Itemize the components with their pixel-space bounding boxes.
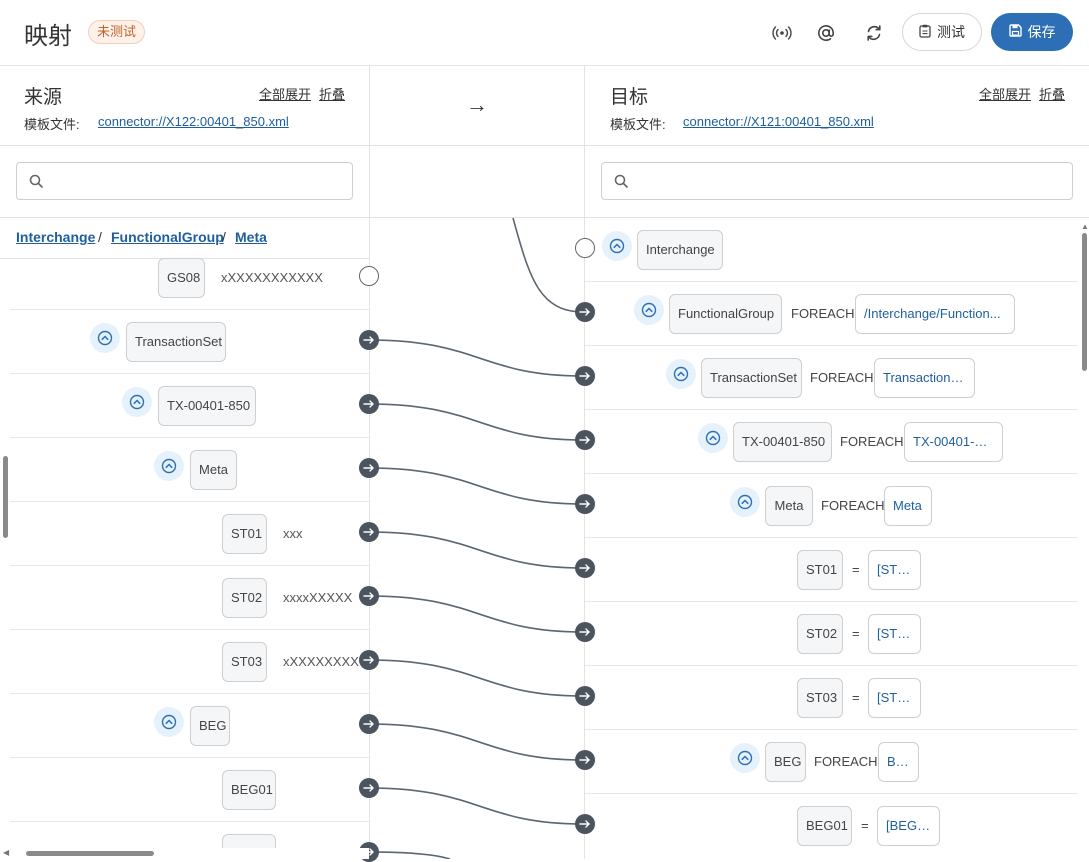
target-expression-field[interactable]: [ST03] bbox=[868, 678, 921, 718]
source-node-value: xxxxXXXXX bbox=[283, 590, 353, 605]
source-node-tx-00401-850[interactable]: TX-00401-850 bbox=[158, 386, 256, 426]
source-port-connected[interactable] bbox=[359, 458, 379, 478]
source-port-connected[interactable] bbox=[359, 394, 379, 414]
target-port[interactable] bbox=[575, 238, 595, 258]
collapse-toggle-icon[interactable] bbox=[730, 487, 760, 517]
connection-line bbox=[368, 403, 585, 441]
target-port-connected[interactable] bbox=[575, 302, 595, 322]
target-node-st02[interactable]: ST02 bbox=[797, 614, 843, 654]
equals-operator: = bbox=[852, 562, 860, 577]
target-expression-field[interactable]: /Interchange/Function... bbox=[855, 294, 1015, 334]
breadcrumb-separator: / bbox=[98, 229, 102, 245]
connection-line bbox=[368, 595, 585, 633]
connection-line bbox=[368, 659, 585, 697]
target-port-connected[interactable] bbox=[575, 558, 595, 578]
equals-operator: = bbox=[852, 690, 860, 705]
source-node-beg01[interactable]: BEG01 bbox=[222, 770, 276, 810]
source-node-transactionset[interactable]: TransactionSet bbox=[126, 322, 226, 362]
collapse-toggle-icon[interactable] bbox=[122, 387, 152, 417]
source-node-st01[interactable]: ST01 bbox=[222, 514, 267, 554]
target-node-beg01[interactable]: BEG01 bbox=[797, 806, 852, 846]
target-expression-field[interactable]: [ST01] bbox=[868, 550, 921, 590]
source-node-beg[interactable]: BEG bbox=[190, 706, 230, 746]
source-node-st03[interactable]: ST03 bbox=[222, 642, 267, 682]
source-node-st02[interactable]: ST02 bbox=[222, 578, 267, 618]
target-node-interchange[interactable]: Interchange bbox=[637, 230, 723, 270]
target-expression-field[interactable]: TransactionSet bbox=[874, 358, 975, 398]
connection-line bbox=[368, 531, 585, 569]
equals-operator: = bbox=[861, 818, 869, 833]
connection-line bbox=[368, 723, 585, 761]
source-port-connected[interactable] bbox=[359, 714, 379, 734]
source-port-connected[interactable] bbox=[359, 778, 379, 798]
connection-line bbox=[368, 787, 585, 825]
foreach-keyword: FOREACH bbox=[821, 498, 885, 513]
target-node-tx-00401-850[interactable]: TX-00401-850 bbox=[733, 422, 832, 462]
breadcrumb: Interchange / FunctionalGroup / Meta bbox=[0, 218, 369, 259]
source-node-value: xXXXXXXXXXXX bbox=[221, 270, 323, 285]
collapse-toggle-icon[interactable] bbox=[602, 231, 632, 261]
target-port-connected[interactable] bbox=[575, 814, 595, 834]
target-expression-field[interactable]: TX-00401-850 bbox=[904, 422, 1003, 462]
connection-line bbox=[368, 851, 451, 859]
target-port-connected[interactable] bbox=[575, 750, 595, 770]
scroll-up-icon[interactable]: ▲ bbox=[1081, 222, 1089, 231]
connection-line bbox=[512, 217, 585, 313]
source-port-connected[interactable] bbox=[359, 522, 379, 542]
breadcrumb-item-interchange[interactable]: Interchange bbox=[16, 229, 95, 245]
source-node-value: xXXXXXXXX bbox=[283, 654, 359, 669]
breadcrumb-item-functionalgroup[interactable]: FunctionalGroup bbox=[111, 229, 224, 245]
collapse-toggle-icon[interactable] bbox=[154, 451, 184, 481]
source-port-connected[interactable] bbox=[359, 650, 379, 670]
source-node-meta[interactable]: Meta bbox=[190, 450, 237, 490]
collapse-toggle-icon[interactable] bbox=[90, 323, 120, 353]
source-node-gs08[interactable]: GS08 bbox=[158, 258, 205, 298]
foreach-keyword: FOREACH bbox=[810, 370, 874, 385]
target-port-connected[interactable] bbox=[575, 494, 595, 514]
source-node-partial[interactable] bbox=[222, 834, 276, 848]
target-node-st01[interactable]: ST01 bbox=[797, 550, 843, 590]
equals-operator: = bbox=[852, 626, 860, 641]
collapse-toggle-icon[interactable] bbox=[634, 295, 664, 325]
collapse-toggle-icon[interactable] bbox=[154, 707, 184, 737]
target-expression-field[interactable]: [ST02] bbox=[868, 614, 921, 654]
target-expression-field[interactable]: [BEG01] bbox=[877, 806, 940, 846]
source-horizontal-scrollbar[interactable] bbox=[26, 851, 154, 856]
target-node-meta[interactable]: Meta bbox=[765, 486, 813, 526]
source-vertical-scrollbar[interactable] bbox=[3, 456, 8, 538]
target-port-connected[interactable] bbox=[575, 366, 595, 386]
collapse-toggle-icon[interactable] bbox=[666, 359, 696, 389]
foreach-keyword: FOREACH bbox=[840, 434, 904, 449]
collapse-toggle-icon[interactable] bbox=[730, 743, 760, 773]
target-port-connected[interactable] bbox=[575, 622, 595, 642]
target-node-transactionset[interactable]: TransactionSet bbox=[701, 358, 802, 398]
target-port-connected[interactable] bbox=[575, 686, 595, 706]
target-node-st03[interactable]: ST03 bbox=[797, 678, 843, 718]
source-port[interactable] bbox=[359, 266, 379, 286]
breadcrumb-item-meta[interactable]: Meta bbox=[235, 229, 267, 245]
collapse-toggle-icon[interactable] bbox=[698, 423, 728, 453]
breadcrumb-separator: / bbox=[222, 229, 226, 245]
target-vertical-scrollbar[interactable] bbox=[1082, 233, 1087, 371]
target-expression-field[interactable]: BEG bbox=[878, 742, 919, 782]
source-port-connected[interactable] bbox=[359, 586, 379, 606]
target-node-functionalgroup[interactable]: FunctionalGroup bbox=[669, 294, 782, 334]
connection-line bbox=[368, 339, 585, 377]
foreach-keyword: FOREACH bbox=[814, 754, 878, 769]
source-node-value: xxx bbox=[283, 526, 303, 541]
target-port-connected[interactable] bbox=[575, 430, 595, 450]
target-expression-field[interactable]: Meta bbox=[884, 486, 932, 526]
source-port-connected[interactable] bbox=[359, 330, 379, 350]
target-node-beg[interactable]: BEG bbox=[765, 742, 806, 782]
connection-line bbox=[368, 467, 585, 505]
scroll-left-icon[interactable]: ◀ bbox=[3, 848, 9, 857]
foreach-keyword: FOREACH bbox=[791, 306, 855, 321]
